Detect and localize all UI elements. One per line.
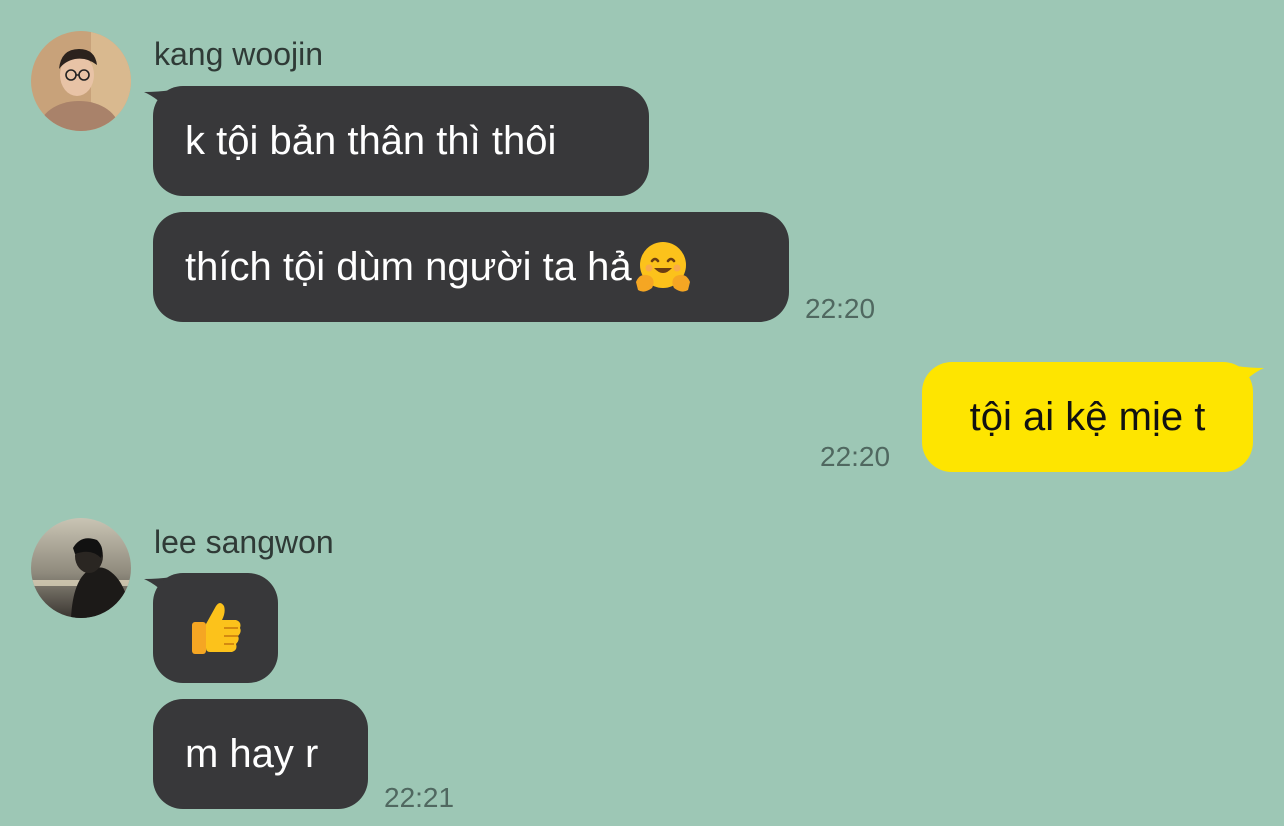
message-bubble[interactable]: tội ai kệ mịe t xyxy=(922,362,1253,472)
message-bubble[interactable]: k tội bản thân thì thôi xyxy=(153,86,649,196)
message-text: m hay r xyxy=(185,731,319,776)
message-bubble[interactable]: thích tội dùm người ta hả xyxy=(153,212,789,322)
message-text: thích tội dùm người ta hả xyxy=(185,244,632,289)
message-time: 22:21 xyxy=(384,782,455,813)
message-bubble[interactable] xyxy=(153,573,278,683)
thumbs-up-icon xyxy=(186,598,246,658)
message-time: 22:20 xyxy=(820,441,891,472)
smiling-face-with-open-hands-icon xyxy=(634,238,692,296)
profile-photo-icon xyxy=(31,31,131,131)
bubble-tail xyxy=(1236,364,1264,390)
profile-photo-icon xyxy=(31,518,131,618)
message-time: 22:20 xyxy=(805,293,876,324)
chat-room: kang woojin k tội bản thân thì thôi thíc… xyxy=(0,0,1284,826)
avatar-lee-sangwon[interactable] xyxy=(31,518,131,618)
message-bubble[interactable]: m hay r xyxy=(153,699,368,809)
sender-name: kang woojin xyxy=(154,36,323,72)
avatar-kang-woojin[interactable] xyxy=(31,31,131,131)
message-text: k tội bản thân thì thôi xyxy=(185,118,557,163)
message-text: tội ai kệ mịe t xyxy=(969,394,1206,439)
sender-name: lee sangwon xyxy=(154,524,334,560)
